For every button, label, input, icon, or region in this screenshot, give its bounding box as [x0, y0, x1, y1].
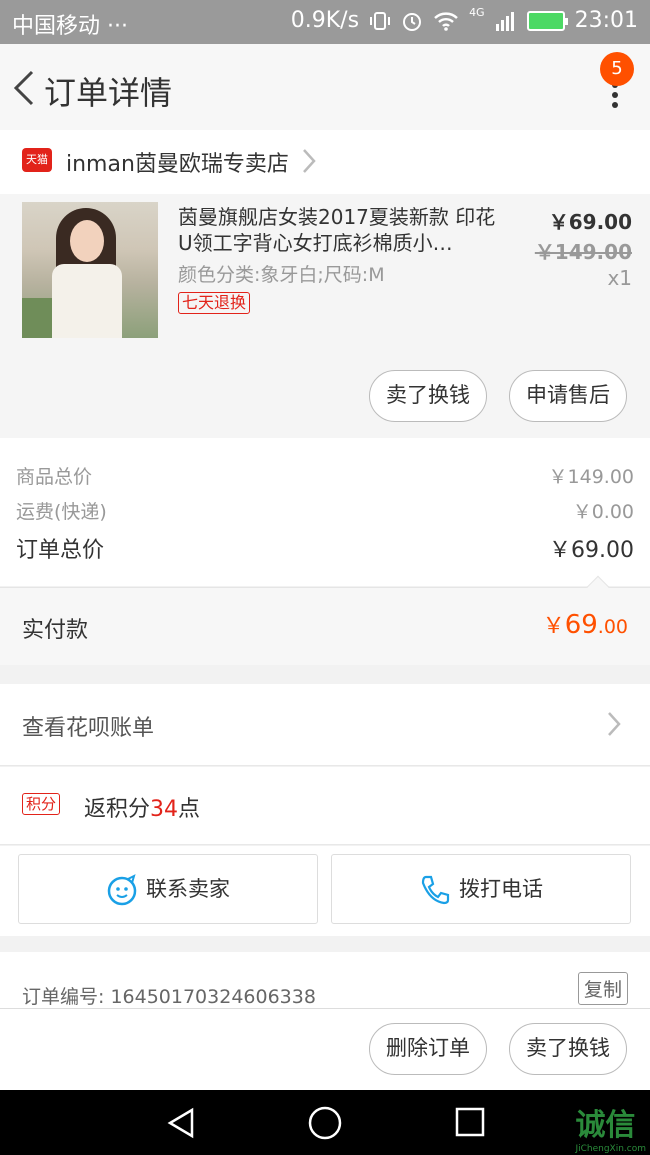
product-price: ￥69.00	[548, 210, 632, 234]
bottom-action-bar: 删除订单 卖了换钱	[0, 1008, 650, 1090]
watermark-subtext: JiChengXin.com	[575, 1144, 646, 1154]
watermark-text: 诚信	[575, 1108, 636, 1143]
chevron-right-icon	[303, 149, 316, 173]
order-number: 订单编号: 16450170324606338	[22, 986, 316, 1008]
carrier-label: 中国移动 ···	[12, 14, 128, 39]
order-total-value: ￥69.00	[549, 538, 634, 563]
alarm-icon	[403, 12, 422, 31]
wifi-icon	[434, 11, 458, 31]
paid-label: 实付款	[22, 618, 89, 643]
goods-total-value: ￥149.00	[548, 466, 634, 488]
vibrate-icon	[370, 11, 391, 30]
points-badge: 积分	[22, 793, 61, 815]
contact-section: 联系卖家 拨打电话	[0, 846, 650, 936]
goods-total-label: 商品总价	[16, 466, 93, 488]
huabei-bill-row[interactable]: 查看花呗账单	[0, 684, 650, 766]
shipping-row: 运费(快递) ￥0.00	[16, 497, 634, 524]
chevron-right-icon	[608, 712, 621, 736]
tmall-icon: 天猫	[22, 148, 52, 172]
back-icon[interactable]	[10, 68, 36, 108]
product-title[interactable]: 茵曼旗舰店女装2017夏装新款 印花U领工字背心女打底衫棉质小…	[178, 204, 498, 256]
shipping-label: 运费(快递)	[16, 501, 107, 523]
sell-for-cash-button[interactable]: 卖了换钱	[369, 370, 487, 422]
product-original-price: ￥149.00	[534, 240, 632, 264]
return-policy-badge: 七天退换	[178, 292, 251, 314]
signal-icon	[495, 11, 514, 31]
page-title: 订单详情	[44, 74, 173, 112]
product-sku: 颜色分类:象牙白;尺码:M	[178, 264, 385, 286]
order-total-row: 订单总价 ￥69.00	[16, 532, 634, 564]
status-icons: 0.9K/s 4G 23:01	[290, 6, 638, 33]
shipping-value: ￥0.00	[572, 501, 634, 523]
huabei-bill-label: 查看花呗账单	[22, 716, 155, 741]
order-total-label: 订单总价	[16, 538, 105, 563]
after-sale-button[interactable]: 申请售后	[509, 370, 627, 422]
delete-order-button[interactable]: 删除订单	[369, 1023, 487, 1075]
chat-face-icon	[107, 874, 137, 906]
nav-home-icon[interactable]	[307, 1106, 343, 1142]
call-seller-button[interactable]: 拨打电话	[331, 854, 631, 924]
product-thumbnail[interactable]	[22, 202, 158, 338]
sell-for-cash-button[interactable]: 卖了换钱	[509, 1023, 627, 1075]
phone-icon	[421, 875, 450, 905]
contact-seller-button[interactable]: 联系卖家	[18, 854, 318, 924]
clock: 23:01	[574, 8, 638, 33]
network-type: 4G	[469, 6, 485, 19]
product-item[interactable]: 茵曼旗舰店女装2017夏装新款 印花U领工字背心女打底衫棉质小… 颜色分类:象牙…	[0, 194, 650, 438]
status-bar: 中国移动 ··· 0.9K/s 4G 23:01	[0, 0, 650, 44]
nav-recents-icon[interactable]	[454, 1106, 486, 1138]
nav-back-icon[interactable]	[164, 1106, 198, 1140]
paid-amount-row: 实付款 ￥69.00	[0, 575, 650, 665]
paid-amount: ￥69.00	[542, 610, 628, 640]
price-summary: 商品总价 ￥149.00 运费(快递) ￥0.00 订单总价 ￥69.00	[0, 438, 650, 586]
network-speed: 0.9K/s	[290, 8, 360, 33]
nav-bar: 订单详情 5	[0, 44, 650, 130]
battery-icon	[526, 10, 568, 31]
order-number-row: 订单编号: 16450170324606338 复制	[0, 952, 650, 1008]
points-row: 积分 返积分34点	[0, 767, 650, 845]
more-menu-icon[interactable]	[610, 82, 620, 116]
store-row[interactable]: 天猫 inman茵曼欧瑞专卖店	[0, 130, 650, 194]
watermark-logo: 诚信 JiChengXin.com	[575, 1100, 646, 1154]
system-nav-bar: 诚信 JiChengXin.com	[0, 1090, 650, 1155]
store-name[interactable]: inman茵曼欧瑞专卖店	[66, 146, 289, 178]
points-text: 返积分34点	[84, 797, 201, 822]
goods-total-row: 商品总价 ￥149.00	[16, 462, 634, 489]
copy-button[interactable]: 复制	[577, 972, 628, 1005]
notification-badge: 5	[600, 52, 634, 86]
product-quantity: x1	[607, 266, 632, 290]
